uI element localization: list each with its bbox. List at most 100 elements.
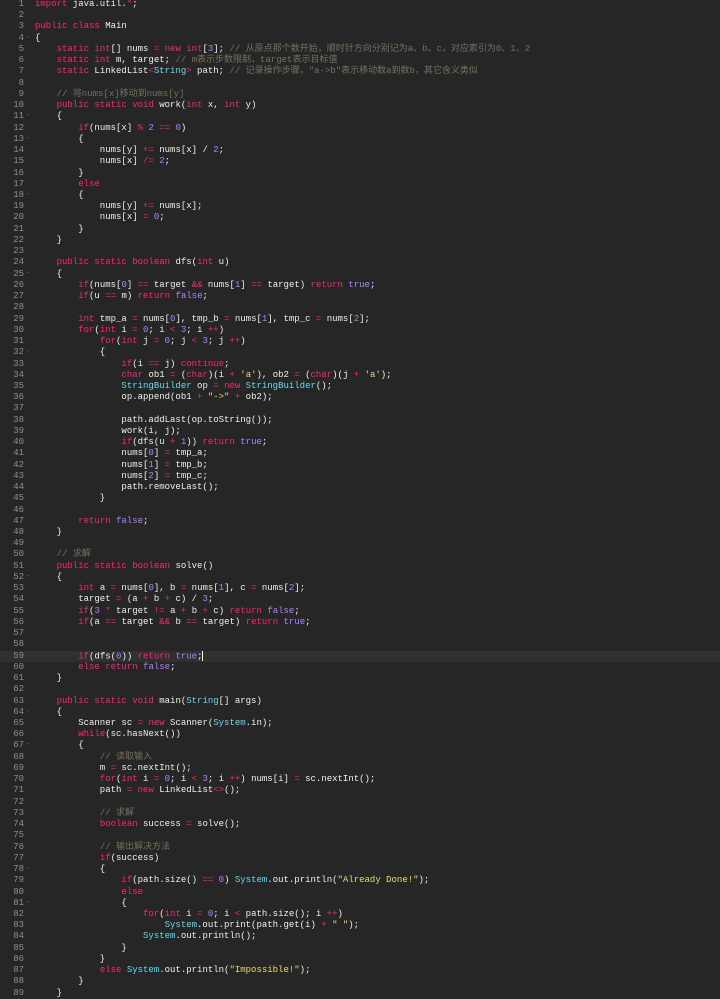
code-line[interactable]: 11- {: [0, 111, 720, 122]
code-line[interactable]: 5 static int[] nums = new int[3]; // 从原点…: [0, 44, 720, 55]
code-line[interactable]: 89 }: [0, 988, 720, 999]
code-line[interactable]: 32- {: [0, 347, 720, 358]
fold-toggle-icon[interactable]: -: [26, 707, 30, 718]
fold-toggle-icon[interactable]: -: [26, 190, 30, 201]
code-line[interactable]: 58: [0, 639, 720, 650]
code-line[interactable]: 47 return false;: [0, 516, 720, 527]
code-line[interactable]: 80 else: [0, 887, 720, 898]
code-line[interactable]: 70 for(int i = 0; i < 3; i ++) nums[i] =…: [0, 774, 720, 785]
code-line[interactable]: 20 nums[x] = 0;: [0, 212, 720, 223]
code-line[interactable]: 59 if(dfs(0)) return true;: [0, 650, 720, 662]
code-line[interactable]: 17 else: [0, 179, 720, 190]
code-line[interactable]: 12 if(nums[x] % 2 == 0): [0, 123, 720, 134]
code-line[interactable]: 79 if(path.size() == 0) System.out.print…: [0, 875, 720, 886]
code-line[interactable]: 45 }: [0, 493, 720, 504]
fold-toggle-icon[interactable]: -: [26, 111, 30, 122]
code-line[interactable]: 24 public static boolean dfs(int u): [0, 257, 720, 268]
fold-toggle-icon[interactable]: -: [26, 740, 30, 751]
code-line[interactable]: 84 System.out.println();: [0, 931, 720, 942]
code-line[interactable]: 3 public class Main: [0, 21, 720, 32]
code-line[interactable]: 57: [0, 628, 720, 639]
code-line[interactable]: 78- {: [0, 864, 720, 875]
code-line[interactable]: 87 else System.out.println("Impossible!"…: [0, 965, 720, 976]
code-line[interactable]: 41 nums[0] = tmp_a;: [0, 448, 720, 459]
code-line[interactable]: 27 if(u == m) return false;: [0, 291, 720, 302]
code-line[interactable]: 7 static LinkedList<String> path; // 记录操…: [0, 66, 720, 77]
code-line[interactable]: 42 nums[1] = tmp_b;: [0, 460, 720, 471]
code-line[interactable]: 43 nums[2] = tmp_c;: [0, 471, 720, 482]
code-line[interactable]: 4-{: [0, 33, 720, 44]
code-line[interactable]: 33 if(i == j) continue;: [0, 359, 720, 370]
code-line[interactable]: 68 // 读取输入: [0, 752, 720, 763]
code-line[interactable]: 2: [0, 10, 720, 21]
code-line[interactable]: 35 StringBuilder op = new StringBuilder(…: [0, 381, 720, 392]
code-line[interactable]: 82 for(int i = 0; i < path.size(); i ++): [0, 909, 720, 920]
code-line[interactable]: 23: [0, 246, 720, 257]
code-line[interactable]: 72: [0, 797, 720, 808]
code-line[interactable]: 66 while(sc.hasNext()): [0, 729, 720, 740]
code-line[interactable]: 71 path = new LinkedList<>();: [0, 785, 720, 796]
code-line[interactable]: 30 for(int i = 0; i < 3; i ++): [0, 325, 720, 336]
code-line[interactable]: 28: [0, 302, 720, 313]
code-line[interactable]: 14 nums[y] += nums[x] / 2;: [0, 145, 720, 156]
code-line[interactable]: 62: [0, 684, 720, 695]
code-line[interactable]: 34 char ob1 = (char)(i + 'a'), ob2 = (ch…: [0, 370, 720, 381]
code-line[interactable]: 16 }: [0, 168, 720, 179]
code-line[interactable]: 56 if(a == target && b == target) return…: [0, 617, 720, 628]
code-line[interactable]: 25- {: [0, 269, 720, 280]
code-line[interactable]: 38 path.addLast(op.toString());: [0, 415, 720, 426]
code-editor[interactable]: 1 import java.util.*; 2 3 public class Main 4…: [0, 0, 720, 999]
code-line[interactable]: 49: [0, 538, 720, 549]
code-line[interactable]: 15 nums[x] /= 2;: [0, 156, 720, 167]
code-line[interactable]: 74 boolean success = solve();: [0, 819, 720, 830]
code-line[interactable]: 13- {: [0, 134, 720, 145]
code-line[interactable]: 21 }: [0, 224, 720, 235]
fold-toggle-icon[interactable]: -: [26, 269, 30, 280]
code-line[interactable]: 63 public static void main(String[] args…: [0, 696, 720, 707]
code-line[interactable]: 65 Scanner sc = new Scanner(System.in);: [0, 718, 720, 729]
code-line[interactable]: 29 int tmp_a = nums[0], tmp_b = nums[1],…: [0, 314, 720, 325]
code-line[interactable]: 83 System.out.print(path.get(i) + " ");: [0, 920, 720, 931]
code-line[interactable]: 67- {: [0, 740, 720, 751]
code-line[interactable]: 86 }: [0, 954, 720, 965]
code-line[interactable]: 19 nums[y] += nums[x];: [0, 201, 720, 212]
fold-toggle-icon[interactable]: -: [26, 33, 30, 44]
code-line[interactable]: 48 }: [0, 527, 720, 538]
code-line[interactable]: 9 // 将nums[x]移动到nums[y]: [0, 89, 720, 100]
code-line[interactable]: 26 if(nums[0] == target && nums[1] == ta…: [0, 280, 720, 291]
code-line[interactable]: 88 }: [0, 976, 720, 987]
code-line[interactable]: 77 if(success): [0, 853, 720, 864]
code-line[interactable]: 52- {: [0, 572, 720, 583]
code-line[interactable]: 76 // 输出解决方法: [0, 842, 720, 853]
code-line[interactable]: 55 if(3 * target != a + b + c) return fa…: [0, 606, 720, 617]
fold-toggle-icon[interactable]: -: [26, 572, 30, 583]
code-line[interactable]: 75: [0, 830, 720, 841]
fold-toggle-icon[interactable]: -: [26, 134, 30, 145]
code-line[interactable]: 54 target = (a + b + c) / 3;: [0, 594, 720, 605]
code-line[interactable]: 1 import java.util.*;: [0, 0, 720, 10]
code-line[interactable]: 61 }: [0, 673, 720, 684]
code-line[interactable]: 51 public static boolean solve(): [0, 561, 720, 572]
code-line[interactable]: 53 int a = nums[0], b = nums[1], c = num…: [0, 583, 720, 594]
code-line[interactable]: 37: [0, 403, 720, 414]
code-line[interactable]: 31 for(int j = 0; j < 3; j ++): [0, 336, 720, 347]
code-line[interactable]: 40 if(dfs(u + 1)) return true;: [0, 437, 720, 448]
code-line[interactable]: 6 static int m, target; // m表示步数限制，targe…: [0, 55, 720, 66]
code-line[interactable]: 81- {: [0, 898, 720, 909]
code-line[interactable]: 39 work(i, j);: [0, 426, 720, 437]
code-line[interactable]: 8: [0, 78, 720, 89]
code-line[interactable]: 85 }: [0, 943, 720, 954]
code-line[interactable]: 18- {: [0, 190, 720, 201]
code-line[interactable]: 22 }: [0, 235, 720, 246]
code-line[interactable]: 69 m = sc.nextInt();: [0, 763, 720, 774]
code-line[interactable]: 44 path.removeLast();: [0, 482, 720, 493]
code-line[interactable]: 36 op.append(ob1 + "->" + ob2);: [0, 392, 720, 403]
code-line[interactable]: 64- {: [0, 707, 720, 718]
fold-toggle-icon[interactable]: -: [26, 864, 30, 875]
fold-toggle-icon[interactable]: -: [26, 898, 30, 909]
code-line[interactable]: 60 else return false;: [0, 662, 720, 673]
code-line[interactable]: 46: [0, 505, 720, 516]
code-line[interactable]: 50 // 求解: [0, 549, 720, 560]
fold-toggle-icon[interactable]: -: [26, 347, 30, 358]
code-line[interactable]: 10 public static void work(int x, int y): [0, 100, 720, 111]
